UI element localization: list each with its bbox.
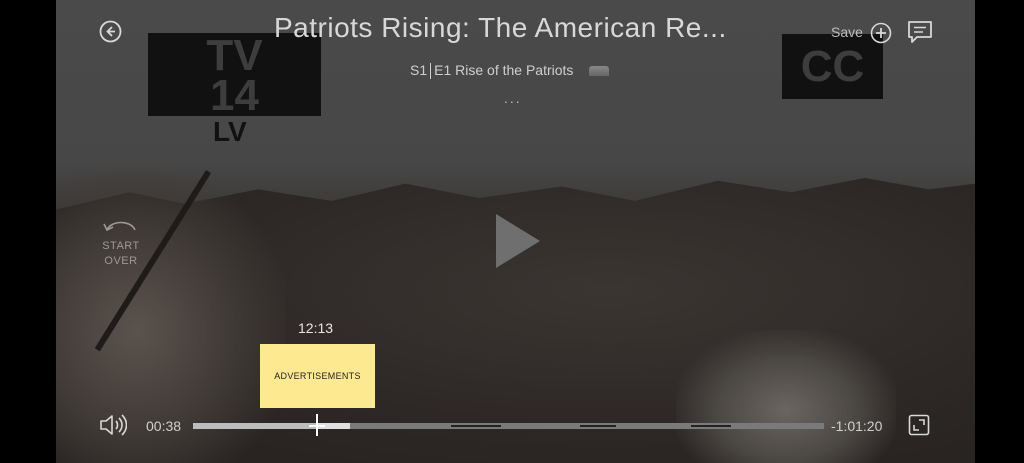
volume-button[interactable]	[99, 413, 128, 442]
rewind-arc-icon	[103, 221, 136, 232]
ad-preview-box: ADVERTISEMENTS	[260, 344, 375, 408]
progress-played	[193, 423, 318, 429]
ad-marker	[451, 425, 501, 427]
fullscreen-button[interactable]	[908, 414, 930, 441]
show-title: Patriots Rising: The American Re...	[274, 12, 727, 43]
start-over-line2: OVER	[104, 255, 138, 267]
save-button[interactable]	[870, 22, 892, 49]
episode-number: E1	[434, 62, 452, 78]
fullscreen-icon	[908, 414, 930, 436]
save-label[interactable]: Save	[831, 24, 863, 40]
volume-icon	[100, 414, 128, 436]
remaining-time: -1:01:20	[831, 418, 883, 434]
more-options-button[interactable]: ...	[504, 90, 522, 106]
cc-bug: CC	[782, 34, 883, 99]
video-figure-right	[676, 330, 896, 463]
back-button[interactable]	[99, 20, 122, 48]
chat-button[interactable]	[907, 20, 933, 49]
chat-bubble-icon	[908, 21, 932, 43]
ad-marker	[580, 425, 616, 427]
ad-marker	[691, 425, 731, 427]
scrub-preview-time: 12:13	[298, 320, 334, 336]
start-over-line1: START	[102, 240, 140, 252]
tv-rating-bug: TV 14	[148, 33, 321, 120]
plus-circle-icon	[870, 22, 892, 44]
scrub-handle-cross	[309, 425, 325, 427]
elapsed-time: 00:38	[146, 418, 182, 434]
play-icon[interactable]	[496, 214, 540, 268]
episode-title: Rise of the Patriots	[455, 62, 574, 78]
rating-line3: LV	[213, 116, 247, 147]
progress-track[interactable]	[193, 423, 824, 429]
separator	[430, 63, 432, 80]
rating-line2: 14	[210, 71, 259, 120]
season-label: S1	[410, 62, 428, 78]
start-over-button[interactable]: START OVER	[96, 216, 146, 269]
episode-info: S1 E1 Rise of the Patriots	[410, 62, 610, 80]
back-arrow-icon	[99, 20, 122, 43]
network-logo-icon	[589, 66, 610, 77]
